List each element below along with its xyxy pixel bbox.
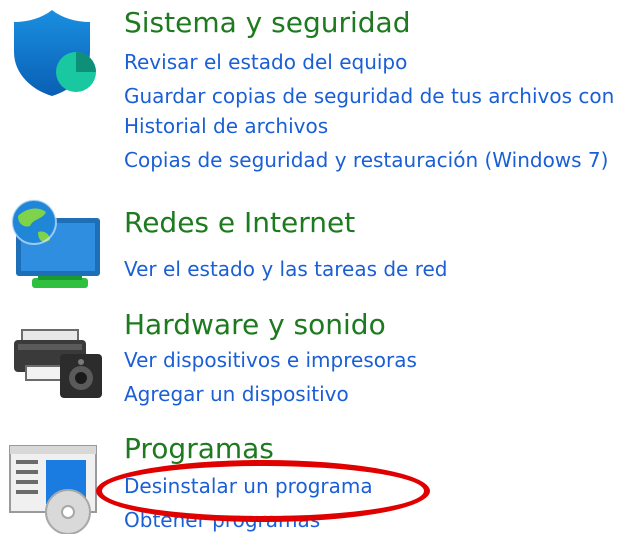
link-view-network-status[interactable]: Ver el estado y las tareas de red: [124, 256, 448, 282]
link-get-programs[interactable]: Obtener programas: [124, 507, 320, 533]
category-system-security: Sistema y seguridad Revisar el estado de…: [0, 0, 637, 190]
category-programs: Programas Desinstalar un programa Obtene…: [0, 428, 637, 534]
link-add-device[interactable]: Agregar un dispositivo: [124, 381, 349, 407]
printer-speaker-icon[interactable]: [8, 310, 104, 406]
link-backup-files-with[interactable]: Guardar copias de seguridad de tus archi…: [124, 83, 614, 109]
network-globe-icon[interactable]: [8, 198, 104, 294]
category-title-hardware-sound[interactable]: Hardware y sonido: [124, 308, 386, 342]
category-title-system-security[interactable]: Sistema y seguridad: [124, 6, 410, 40]
control-panel-categories: Sistema y seguridad Revisar el estado de…: [0, 0, 637, 534]
category-network-internet: Redes e Internet Ver el estado y las tar…: [0, 190, 637, 298]
shield-icon[interactable]: [8, 4, 104, 100]
programs-disc-icon[interactable]: [8, 440, 104, 534]
category-title-network-internet[interactable]: Redes e Internet: [124, 206, 355, 240]
link-view-devices-printers[interactable]: Ver dispositivos e impresoras: [124, 347, 417, 373]
category-hardware-sound: Hardware y sonido Ver dispositivos e imp…: [0, 298, 637, 428]
link-backup-restore-windows7[interactable]: Copias de seguridad y restauración (Wind…: [124, 147, 608, 173]
link-file-history[interactable]: Historial de archivos: [124, 113, 328, 139]
category-title-programs[interactable]: Programas: [124, 432, 274, 466]
link-review-computer-status[interactable]: Revisar el estado del equipo: [124, 49, 407, 75]
link-uninstall-program[interactable]: Desinstalar un programa: [124, 473, 373, 499]
